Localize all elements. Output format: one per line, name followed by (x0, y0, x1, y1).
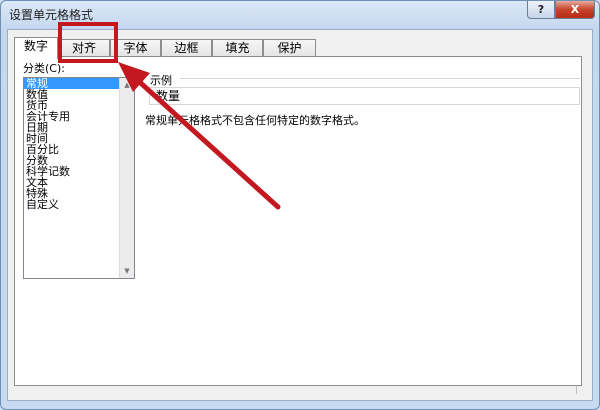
annotation-arrow-icon (118, 62, 281, 210)
